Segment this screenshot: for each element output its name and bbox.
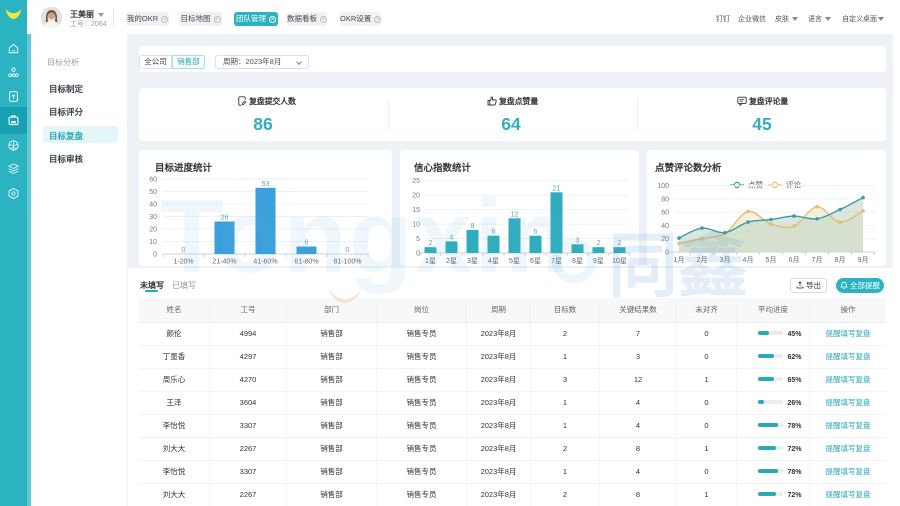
svg-text:7月: 7月 bbox=[812, 256, 823, 264]
svg-text:2: 2 bbox=[597, 240, 601, 247]
svg-text:6月: 6月 bbox=[789, 256, 800, 264]
svg-text:信心指数统计: 信心指数统计 bbox=[414, 162, 472, 174]
svg-text:点赞: 点赞 bbox=[748, 180, 763, 190]
svg-text:50: 50 bbox=[149, 189, 157, 196]
svg-text:9月: 9月 bbox=[858, 256, 869, 264]
svg-text:10: 10 bbox=[149, 239, 157, 246]
svg-text:30: 30 bbox=[149, 214, 157, 221]
svg-text:8月: 8月 bbox=[835, 256, 846, 264]
svg-text:60: 60 bbox=[149, 177, 157, 184]
svg-text:目标进度统计: 目标进度统计 bbox=[155, 162, 213, 174]
svg-text:80: 80 bbox=[661, 196, 669, 203]
svg-text:20: 20 bbox=[149, 227, 157, 234]
svg-text:100: 100 bbox=[657, 183, 669, 190]
svg-text:5月: 5月 bbox=[766, 256, 777, 264]
svg-text:40: 40 bbox=[149, 202, 157, 209]
svg-text:评论: 评论 bbox=[786, 180, 801, 190]
svg-text:点赞评论数分析: 点赞评论数分析 bbox=[655, 162, 722, 174]
svg-text:0: 0 bbox=[153, 252, 157, 259]
